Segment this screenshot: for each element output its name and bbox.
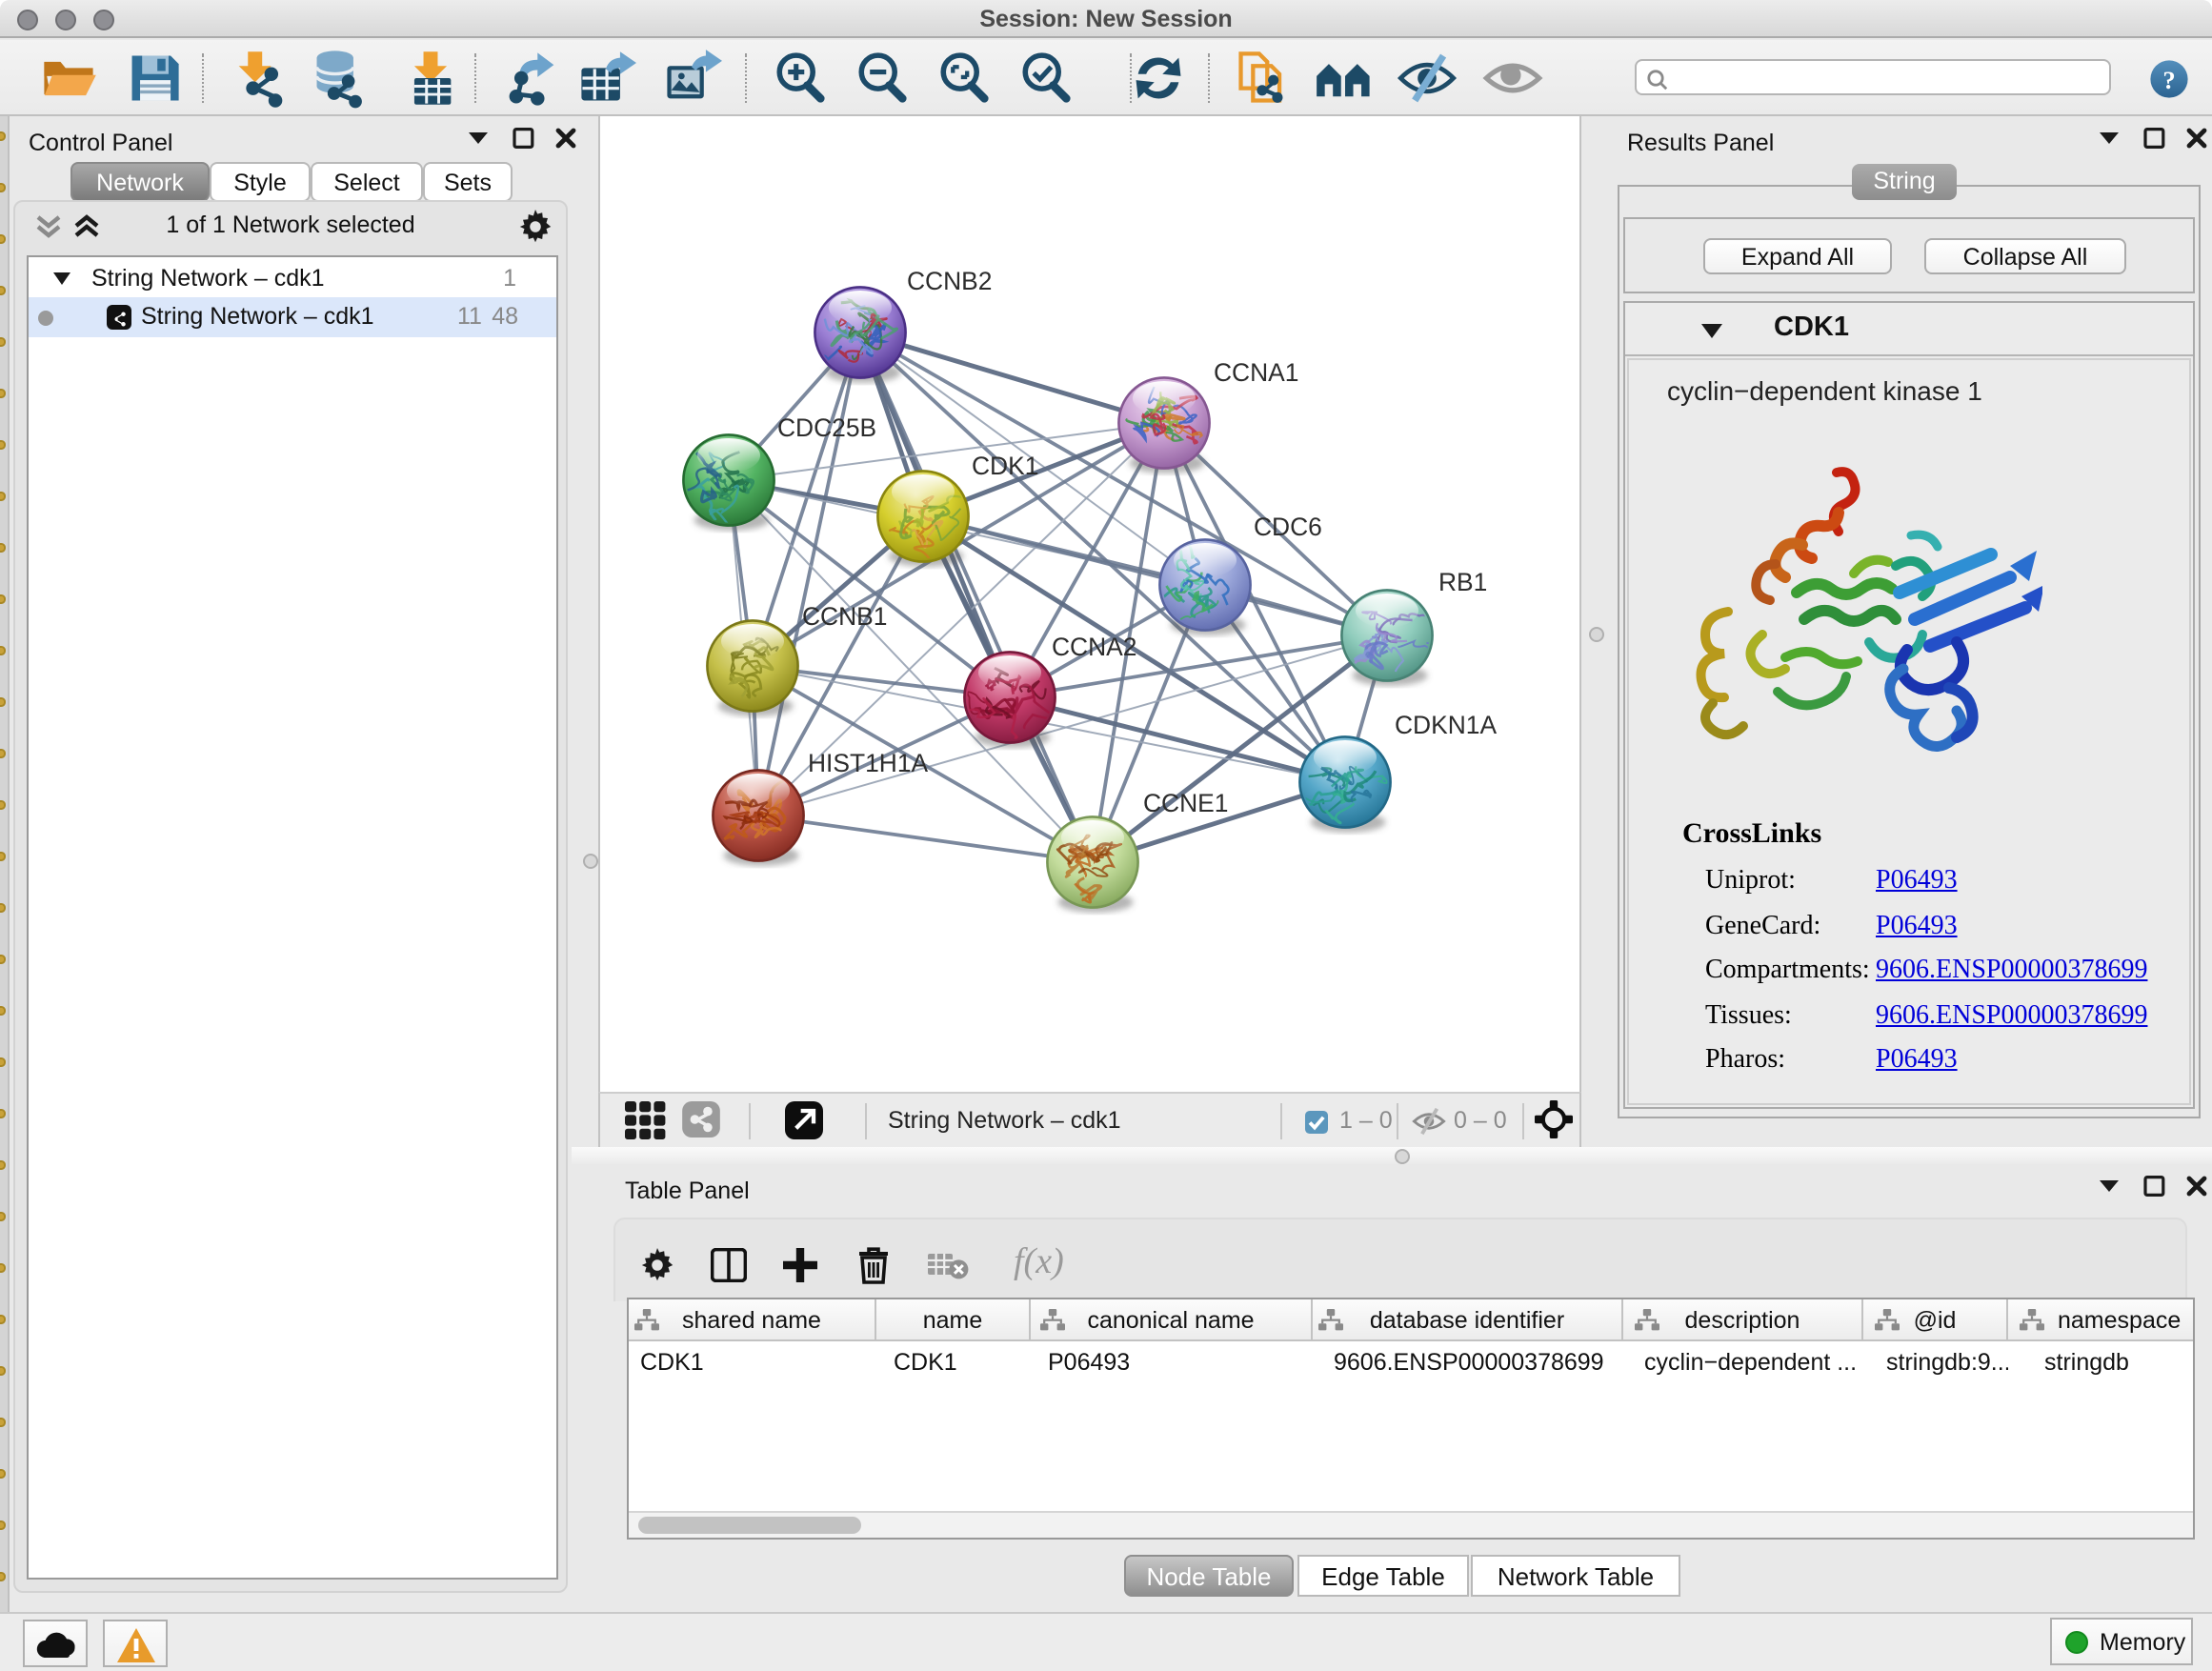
svg-text:HIST1H1A: HIST1H1A: [808, 749, 929, 777]
svg-text:CCNE1: CCNE1: [1143, 789, 1228, 817]
svg-text:CCNB1: CCNB1: [802, 602, 887, 631]
svg-text:RB1: RB1: [1438, 568, 1487, 596]
svg-text:CDC6: CDC6: [1254, 513, 1322, 541]
svg-text:CDC25B: CDC25B: [777, 413, 876, 442]
svg-text:CCNB2: CCNB2: [907, 267, 992, 295]
svg-text:CDK1: CDK1: [972, 452, 1038, 480]
svg-text:CCNA2: CCNA2: [1052, 633, 1136, 661]
svg-text:?: ?: [2162, 66, 2175, 94]
svg-text:CCNA1: CCNA1: [1214, 358, 1298, 387]
svg-text:CDKN1A: CDKN1A: [1395, 711, 1497, 739]
